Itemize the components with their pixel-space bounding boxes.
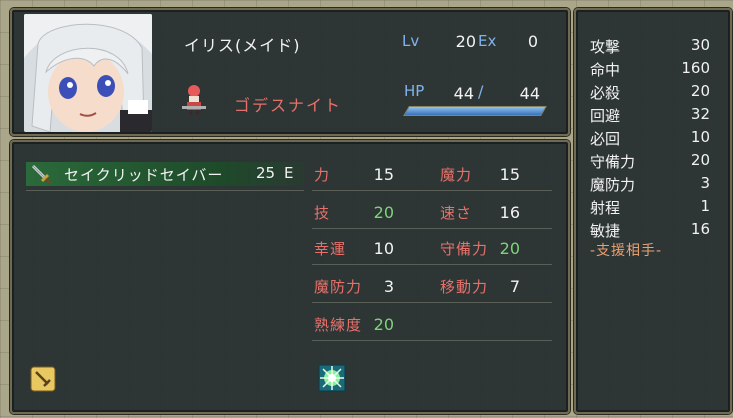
hp-label: HP bbox=[404, 82, 425, 100]
hp-bar-fill bbox=[404, 107, 546, 115]
combat-value: 20 bbox=[690, 151, 710, 169]
skill-icon[interactable] bbox=[318, 364, 346, 392]
weapon-uses: 25 bbox=[256, 164, 276, 182]
stat-divider bbox=[312, 264, 552, 265]
combat-label: 射程 bbox=[590, 199, 621, 217]
combat-row-hit: 命中 160 bbox=[590, 59, 710, 81]
unit-stats-panel: セイクリッドセイバー 25 E 力 15 魔力 15 技 20 速さ 16 幸運… bbox=[10, 140, 570, 414]
stat-value-def: 20 bbox=[499, 239, 520, 258]
stat-divider bbox=[312, 340, 552, 341]
unit-name: イリス(メイド) bbox=[184, 36, 301, 55]
exp-label: Ex bbox=[478, 32, 497, 50]
hp-current: 44 bbox=[453, 84, 474, 103]
combat-label: 回避 bbox=[590, 107, 621, 125]
combat-value: 1 bbox=[700, 197, 710, 215]
unit-class: ゴデスナイト bbox=[234, 96, 343, 115]
hp-separator: / bbox=[478, 82, 484, 101]
weapon-name: セイクリッドセイバー bbox=[64, 166, 224, 184]
combat-label: 命中 bbox=[590, 61, 621, 79]
combat-row-def: 守備力 20 bbox=[590, 151, 710, 173]
stat-value-str: 15 bbox=[373, 165, 394, 184]
stat-label-mov: 移動力 bbox=[440, 278, 489, 296]
combat-row-crit-avoid: 必回 10 bbox=[590, 128, 710, 150]
stat-divider bbox=[312, 190, 552, 191]
stat-label-mag: 魔力 bbox=[440, 166, 473, 184]
equipped-weapon-row[interactable]: セイクリッドセイバー 25 E bbox=[26, 162, 304, 186]
combat-row-agility: 敏捷 16 bbox=[590, 220, 710, 242]
stat-divider bbox=[312, 302, 552, 303]
combat-label: 必回 bbox=[590, 130, 621, 148]
stat-divider bbox=[312, 228, 552, 229]
combat-value: 3 bbox=[700, 174, 710, 192]
stat-value-mag: 15 bbox=[499, 165, 520, 184]
combat-label: 魔防力 bbox=[590, 176, 636, 194]
weapon-divider bbox=[26, 190, 304, 191]
stat-value-res: 3 bbox=[383, 277, 394, 296]
level-label: Lv bbox=[402, 32, 420, 50]
combat-value: 16 bbox=[690, 220, 710, 238]
hp-max: 44 bbox=[519, 84, 540, 103]
stat-value-skl: 20 bbox=[373, 203, 394, 222]
combat-row-atk: 攻撃 30 bbox=[590, 36, 710, 58]
stat-value-mov: 7 bbox=[509, 277, 520, 296]
stat-value-prof: 20 bbox=[373, 315, 394, 334]
combat-label: 敏捷 bbox=[590, 222, 621, 240]
stat-value-spd: 16 bbox=[499, 203, 520, 222]
combat-value: 30 bbox=[690, 36, 710, 54]
unit-map-sprite bbox=[180, 84, 208, 116]
unit-portrait bbox=[24, 14, 152, 132]
equipped-item-icon[interactable] bbox=[30, 366, 56, 392]
weapon-rank: E bbox=[284, 164, 294, 182]
combat-row-avoid: 回避 32 bbox=[590, 105, 710, 127]
combat-row-range: 射程 1 bbox=[590, 197, 710, 219]
stat-value-lck: 10 bbox=[373, 239, 394, 258]
combat-stats-panel: 攻撃 30 命中 160 必殺 20 回避 32 必回 10 守備力 20 魔防… bbox=[574, 8, 732, 414]
sword-icon bbox=[30, 163, 52, 185]
combat-row-res: 魔防力 3 bbox=[590, 174, 710, 196]
stat-label-spd: 速さ bbox=[440, 204, 473, 222]
combat-value: 32 bbox=[690, 105, 710, 123]
combat-value: 160 bbox=[681, 59, 710, 77]
hp-bar bbox=[403, 106, 547, 116]
combat-label: 攻撃 bbox=[590, 38, 621, 56]
support-partners-label: -支援相手- bbox=[590, 243, 663, 259]
combat-row-crit: 必殺 20 bbox=[590, 82, 710, 104]
stat-label-skl: 技 bbox=[314, 204, 331, 222]
combat-value: 20 bbox=[690, 82, 710, 100]
level-value: 20 bbox=[455, 32, 476, 51]
stat-label-lck: 幸運 bbox=[314, 240, 347, 258]
combat-label: 必殺 bbox=[590, 84, 621, 102]
stat-label-prof: 熟練度 bbox=[314, 316, 363, 334]
exp-value: 0 bbox=[527, 32, 538, 51]
stat-label-str: 力 bbox=[314, 166, 331, 184]
stat-label-res: 魔防力 bbox=[314, 278, 363, 296]
unit-header-panel: イリス(メイド) ゴデスナイト Lv 20 Ex 0 HP 44 / 44 bbox=[10, 8, 570, 136]
combat-label: 守備力 bbox=[590, 153, 636, 171]
combat-value: 10 bbox=[690, 128, 710, 146]
stat-label-def: 守備力 bbox=[440, 240, 489, 258]
